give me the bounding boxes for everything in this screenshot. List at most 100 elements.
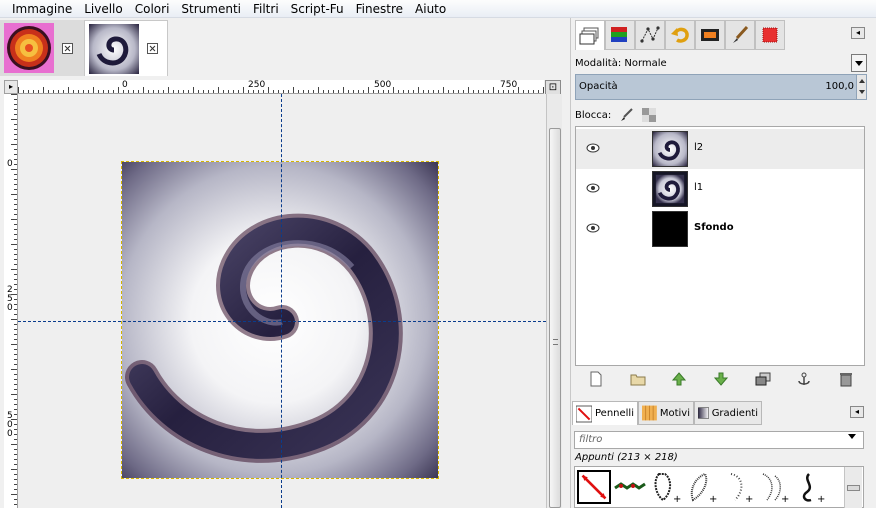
anchor-layer-button[interactable] (796, 371, 812, 387)
layer-row[interactable]: Sfondo (576, 209, 864, 249)
menu-colori[interactable]: Colori (129, 0, 176, 18)
ruler-label: 250 (248, 80, 266, 90)
ruler-tick (14, 334, 17, 335)
layer-mode-row[interactable]: Modalità: Normale (575, 54, 867, 72)
ruler-tick (14, 364, 17, 365)
opacity-slider[interactable]: Opacità 100,0 (575, 74, 867, 100)
brush-filter-input[interactable]: filtro (574, 431, 864, 449)
duplicate-layer-button[interactable] (755, 371, 771, 387)
tab-pennelli[interactable]: Pennelli (572, 401, 638, 425)
lower-layer-button[interactable] (713, 371, 729, 387)
ruler-tick (14, 259, 17, 260)
tab-color[interactable] (755, 20, 785, 50)
ruler-tick (14, 284, 17, 285)
dock-tab-bar (575, 20, 785, 50)
scrollbar-thumb[interactable] (847, 485, 860, 491)
ruler-tick (14, 249, 17, 250)
new-layer-group-button[interactable] (630, 371, 646, 387)
layer-row[interactable]: l1 (576, 169, 864, 209)
tab-label: Gradienti (711, 407, 758, 419)
ruler-tick (313, 90, 314, 93)
tab-gradienti[interactable]: Gradienti (694, 401, 762, 425)
ruler-tick (153, 90, 154, 93)
dock-menu-button[interactable]: ◂ (851, 27, 865, 39)
brush-grid-scrollbar[interactable] (844, 467, 862, 508)
layer-name[interactable]: l1 (694, 182, 703, 193)
ruler-tick (238, 90, 239, 93)
ruler-tick (158, 90, 159, 93)
image-tab-1[interactable] (0, 20, 84, 76)
ruler-corner-menu-button[interactable]: ▸ (4, 80, 18, 94)
ruler-tick (423, 90, 424, 93)
tab-layers[interactable] (575, 20, 605, 50)
image-tab-2[interactable] (84, 20, 168, 76)
spiral-image (122, 162, 438, 478)
ruler-tick (14, 464, 17, 465)
new-layer-button[interactable] (588, 371, 604, 387)
mode-dropdown-button[interactable] (851, 54, 867, 72)
menu-strumenti[interactable]: Strumenti (175, 0, 247, 18)
ruler-tick (198, 90, 199, 93)
delete-layer-button[interactable] (838, 371, 854, 387)
close-tab-icon[interactable] (62, 42, 73, 54)
ruler-tick (14, 434, 17, 435)
layer-row[interactable]: l2 (576, 129, 864, 169)
ruler-tick (73, 90, 74, 93)
menu-immagine[interactable]: Immagine (6, 0, 78, 18)
anchor-layer-icon (798, 372, 811, 385)
brushes-dock-menu-button[interactable]: ◂ (850, 406, 864, 418)
lock-alpha-icon[interactable] (641, 107, 657, 123)
ruler-tick (11, 94, 17, 95)
ruler-tick (11, 219, 17, 220)
lock-pixels-icon[interactable] (619, 107, 635, 123)
opacity-spinner[interactable] (856, 75, 866, 99)
brush-item[interactable]: + (721, 470, 755, 504)
ruler-label: 500 (374, 80, 392, 90)
layer-name[interactable]: Sfondo (694, 222, 734, 233)
eye-icon[interactable] (586, 183, 600, 193)
layer-name[interactable]: l2 (694, 142, 703, 153)
raise-layer-button[interactable] (671, 371, 687, 387)
opacity-value: 100,0 (825, 81, 854, 92)
horizontal-ruler[interactable]: 0 250 500 750 (18, 80, 544, 94)
image-layer-spiral[interactable] (121, 161, 439, 479)
image-canvas[interactable] (18, 94, 546, 508)
vertical-guide[interactable] (281, 94, 282, 508)
brush-item[interactable]: + (685, 470, 719, 504)
ruler-tick (14, 414, 17, 415)
scrollbar-thumb[interactable] (549, 128, 561, 508)
ruler-tick (14, 134, 17, 135)
brush-item[interactable]: + (757, 470, 791, 504)
ruler-tick (14, 484, 17, 485)
vertical-ruler[interactable]: 0 250 500 (4, 94, 18, 508)
eye-icon[interactable] (586, 223, 600, 233)
brush-clipboard[interactable] (577, 470, 611, 504)
brush-item[interactable]: + (649, 470, 683, 504)
tab-undo-history[interactable] (665, 20, 695, 50)
lower-layer-icon (713, 372, 728, 386)
ruler-tick (11, 144, 17, 145)
horizontal-guide[interactable] (18, 321, 546, 322)
ruler-tick (14, 254, 17, 255)
ruler-tick (11, 119, 17, 120)
tab-motivi[interactable]: Motivi (638, 401, 694, 425)
menu-livello[interactable]: Livello (78, 0, 129, 18)
brush-item[interactable] (613, 470, 647, 504)
menu-finestre[interactable]: Finestre (350, 0, 409, 18)
ruler-tick (378, 90, 379, 93)
canvas-vertical-scrollbar[interactable] (546, 94, 562, 508)
menu-aiuto[interactable]: Aiuto (409, 0, 452, 18)
undo-history-icon (671, 27, 689, 43)
tab-channels[interactable] (605, 20, 635, 50)
filter-dropdown-button[interactable] (848, 434, 856, 439)
close-tab-icon[interactable] (147, 43, 158, 54)
tab-image-preview[interactable] (695, 20, 725, 50)
raise-layer-icon (672, 372, 687, 386)
brush-item[interactable]: + (793, 470, 827, 504)
tab-paths[interactable] (635, 20, 665, 50)
ruler-tick (14, 449, 17, 450)
menu-filtri[interactable]: Filtri (247, 0, 285, 18)
eye-icon[interactable] (586, 143, 600, 153)
menu-script-fu[interactable]: Script-Fu (285, 0, 350, 18)
tab-brush-tool[interactable] (725, 20, 755, 50)
